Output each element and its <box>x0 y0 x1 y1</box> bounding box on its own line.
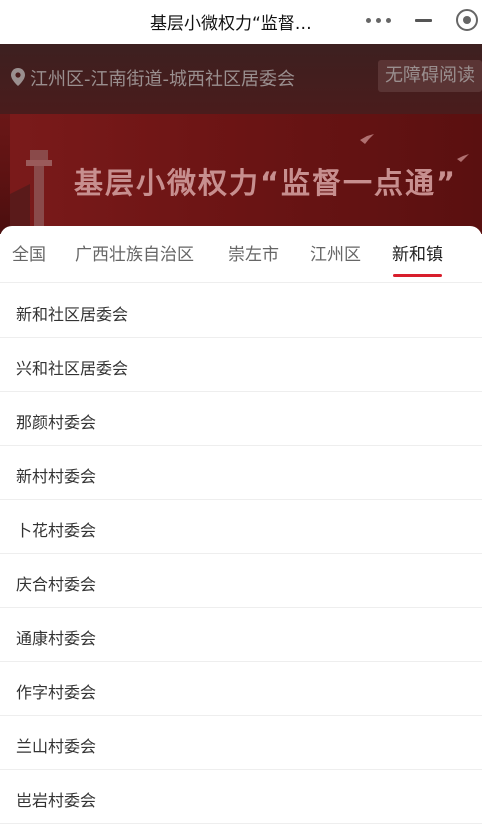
list-item[interactable]: 卜花村委会 <box>0 500 482 554</box>
list-item[interactable]: 新和社区居委会 <box>0 284 482 338</box>
bird-icon <box>360 134 374 144</box>
list-item-label: 兴和社区居委会 <box>16 359 129 378</box>
list-item[interactable]: 新村村委会 <box>0 446 482 500</box>
list-item[interactable]: 庆合村委会 <box>0 554 482 608</box>
list-item-label: 作字村委会 <box>16 683 97 702</box>
list-item[interactable]: 兰山村委会 <box>0 716 482 770</box>
page-title: 基层小微权力“监督… <box>150 14 312 34</box>
mini-program-capsule <box>352 4 482 36</box>
tab-chongzuo[interactable]: 崇左市 <box>228 240 279 265</box>
list-item-label: 那颜村委会 <box>16 413 97 432</box>
list-item-label: 新村村委会 <box>16 467 97 486</box>
region-selector-sheet: 全国 广西壮族自治区 崇左市 江州区 新和镇 新和社区居委会 兴和社区居委会 那… <box>0 226 482 831</box>
tab-jiangzhou[interactable]: 江州区 <box>310 240 361 265</box>
list-item-label: 新和社区居委会 <box>16 305 129 324</box>
accessibility-reading-button[interactable]: 无障碍阅读 <box>378 60 482 92</box>
banner-title: 基层小微权力“监督一点通” <box>74 166 458 200</box>
tab-national[interactable]: 全国 <box>12 240 46 265</box>
list-item[interactable]: 岜岩村委会 <box>0 770 482 824</box>
list-item-label: 通康村委会 <box>16 629 97 648</box>
list-item-label: 岜岩村委会 <box>16 791 97 810</box>
more-dots-icon[interactable] <box>366 13 392 27</box>
bird-icon <box>457 154 469 162</box>
top-nav-bar: 基层小微权力“监督… <box>0 0 482 44</box>
list-item[interactable]: 作字村委会 <box>0 662 482 716</box>
target-close-icon[interactable] <box>456 9 478 31</box>
list-item-label: 卜花村委会 <box>16 521 97 540</box>
village-list: 新和社区居委会 兴和社区居委会 那颜村委会 新村村委会 卜花村委会 庆合村委会 … <box>0 284 482 824</box>
list-item-label: 兰山村委会 <box>16 737 97 756</box>
list-item[interactable]: 兴和社区居委会 <box>0 338 482 392</box>
hero-banner: 基层小微权力“监督一点通” <box>0 114 482 234</box>
list-item-label: 庆合村委会 <box>16 575 97 594</box>
region-breadcrumb-tabs: 全国 广西壮族自治区 崇左市 江州区 新和镇 <box>0 226 482 283</box>
map-pin-icon <box>11 68 25 86</box>
tab-xinhe[interactable]: 新和镇 <box>392 240 443 265</box>
list-item[interactable]: 通康村委会 <box>0 608 482 662</box>
active-tab-indicator <box>393 274 442 277</box>
location-band: 江州区-江南街道-城西社区居委会 无障碍阅读 <box>0 44 482 114</box>
huabiao-pillar-icon <box>10 150 52 234</box>
tab-guangxi[interactable]: 广西壮族自治区 <box>75 240 194 265</box>
minimize-icon[interactable] <box>415 19 432 22</box>
location-path[interactable]: 江州区-江南街道-城西社区居委会 <box>30 65 295 91</box>
list-item[interactable]: 那颜村委会 <box>0 392 482 446</box>
